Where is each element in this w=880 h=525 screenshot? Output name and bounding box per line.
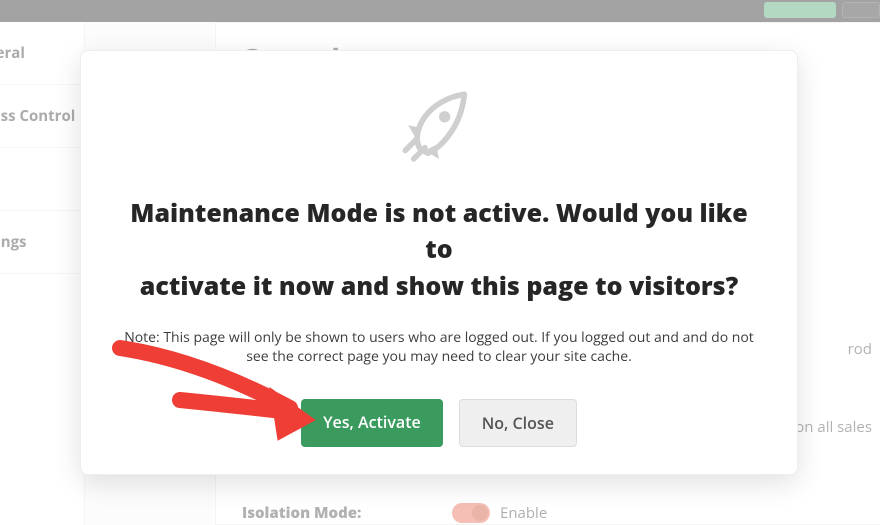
modal-heading: Maintenance Mode is not active. Would yo…	[123, 195, 755, 304]
modal-button-row: Yes, Activate No, Close	[105, 399, 773, 447]
modal-note: Note: This page will only be shown to us…	[119, 328, 759, 367]
rocket-icon	[394, 83, 484, 173]
activate-maintenance-modal: Maintenance Mode is not active. Would yo…	[80, 50, 798, 475]
yes-activate-button[interactable]: Yes, Activate	[301, 399, 443, 447]
modal-heading-line: activate it now and show this page to vi…	[140, 269, 738, 303]
no-close-button[interactable]: No, Close	[459, 399, 577, 447]
modal-heading-line: Maintenance Mode is not active. Would yo…	[130, 196, 747, 266]
